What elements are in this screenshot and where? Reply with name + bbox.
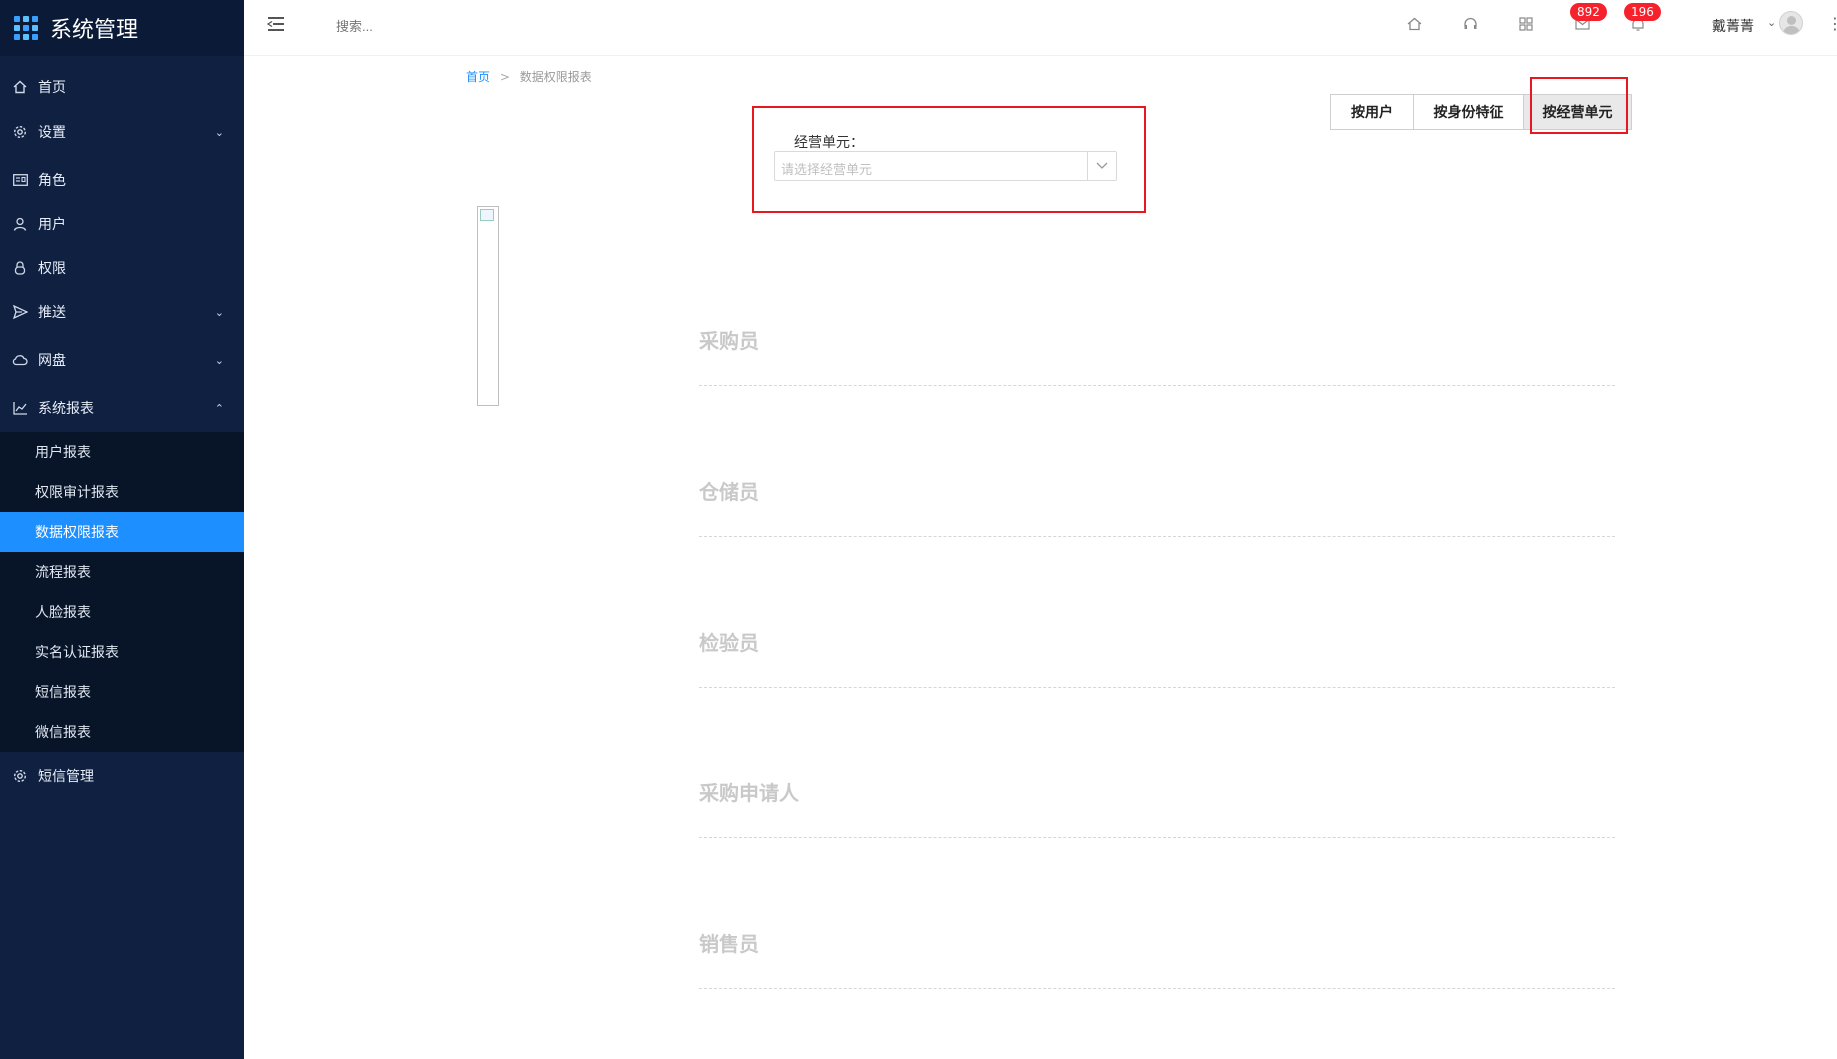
submenu-item-label: 用户报表 [35, 445, 91, 461]
sidebar-item-sms-management[interactable]: 短信管理 [0, 756, 244, 796]
submenu-item-label: 实名认证报表 [35, 645, 119, 661]
chevron-down-icon: ⌄ [214, 125, 224, 139]
chevron-up-icon: ⌃ [214, 401, 224, 415]
mail-count-badge: 892 [1570, 3, 1607, 21]
user-icon [12, 216, 28, 232]
tab-by-identity[interactable]: 按身份特征 [1414, 94, 1524, 130]
gear-icon [12, 124, 28, 140]
submenu-item-sms-report[interactable]: 短信报表 [0, 672, 244, 712]
section-divider [699, 385, 1615, 386]
section-title: 采购申请人 [699, 781, 799, 805]
app-logo[interactable]: 系统管理 [0, 0, 244, 56]
sidebar-item-label: 网盘 [38, 353, 66, 369]
submenu-item-label: 人脸报表 [35, 605, 91, 621]
line-chart-icon [12, 400, 28, 416]
sidebar-item-users[interactable]: 用户 [0, 204, 244, 244]
avatar[interactable] [1779, 11, 1803, 35]
section-title: 采购员 [699, 329, 759, 353]
submenu-item-user-report[interactable]: 用户报表 [0, 432, 244, 472]
section-title: 检验员 [699, 631, 759, 655]
system-reports-submenu: 用户报表 权限审计报表 数据权限报表 流程报表 人脸报表 实名认证报表 短信报表… [0, 432, 244, 752]
submenu-item-process-report[interactable]: 流程报表 [0, 552, 244, 592]
search-input[interactable] [336, 15, 536, 37]
sidebar-item-label: 设置 [38, 125, 66, 141]
tab-by-user[interactable]: 按用户 [1330, 94, 1414, 130]
headset-icon[interactable] [1460, 14, 1480, 34]
submenu-item-label: 短信报表 [35, 685, 91, 701]
section-divider [699, 536, 1615, 537]
apps-icon[interactable] [1516, 14, 1536, 34]
more-vertical-icon[interactable]: ⋮ [1827, 14, 1837, 33]
chevron-down-icon[interactable] [1087, 152, 1116, 180]
notification-count-badge: 196 [1624, 3, 1661, 21]
id-card-icon [12, 172, 28, 188]
sidebar-item-label: 系统报表 [38, 401, 94, 417]
sidebar-item-home[interactable]: 首页 [0, 67, 244, 107]
section-divider [699, 687, 1615, 688]
broken-image [477, 206, 499, 406]
home-icon[interactable] [1404, 14, 1424, 34]
sidebar-item-system-reports[interactable]: 系统报表 ⌃ [0, 388, 244, 428]
breadcrumb: 首页 > 数据权限报表 [466, 68, 592, 85]
lock-icon [12, 260, 28, 276]
submenu-item-realname-report[interactable]: 实名认证报表 [0, 632, 244, 672]
submenu-item-label: 数据权限报表 [35, 525, 119, 541]
apps-grid-icon [14, 16, 38, 40]
sidebar-item-settings[interactable]: 设置 ⌄ [0, 112, 244, 152]
breadcrumb-home-link[interactable]: 首页 [466, 70, 490, 84]
sidebar-item-roles[interactable]: 角色 [0, 160, 244, 200]
section-divider [699, 988, 1615, 989]
tab-label: 按身份特征 [1433, 105, 1504, 121]
submenu-item-label: 权限审计报表 [35, 485, 119, 501]
sidebar-item-label: 权限 [38, 261, 66, 277]
submenu-item-label: 流程报表 [35, 565, 91, 581]
select-placeholder: 请选择经营单元 [781, 163, 873, 178]
menu-toggle-icon[interactable] [266, 14, 286, 34]
sidebar-item-label: 用户 [38, 217, 66, 233]
section-title: 仓储员 [699, 480, 759, 504]
sidebar-item-label: 首页 [38, 80, 66, 96]
sidebar-item-netdisk[interactable]: 网盘 ⌄ [0, 340, 244, 380]
section-title: 销售员 [699, 932, 759, 956]
submenu-item-label: 微信报表 [35, 725, 91, 741]
sidebar-item-label: 角色 [38, 173, 66, 189]
submenu-item-data-permission-report[interactable]: 数据权限报表 [0, 512, 244, 552]
username[interactable]: 戴菁菁 [1712, 16, 1754, 36]
chevron-down-icon: ⌄ [214, 353, 224, 367]
sidebar-item-permissions[interactable]: 权限 [0, 248, 244, 288]
submenu-item-wechat-report[interactable]: 微信报表 [0, 712, 244, 752]
submenu-item-permission-audit-report[interactable]: 权限审计报表 [0, 472, 244, 512]
sidebar: 系统管理 首页 设置 ⌄ 角色 用户 权限 推送 ⌄ 网盘 ⌄ 系统报表 ⌃ 用… [0, 0, 244, 1059]
cloud-icon [12, 352, 28, 368]
submenu-item-face-report[interactable]: 人脸报表 [0, 592, 244, 632]
breadcrumb-separator: > [499, 70, 510, 84]
top-bar: 892 196 戴菁菁 ⌄ ⋮ [244, 0, 1837, 56]
app-title: 系统管理 [50, 18, 139, 43]
tab-highlight-box [1530, 77, 1628, 134]
sidebar-item-label: 短信管理 [38, 769, 94, 785]
sidebar-item-label: 推送 [38, 305, 66, 321]
tab-label: 按用户 [1351, 105, 1393, 121]
home-icon [12, 79, 28, 95]
send-icon [12, 304, 28, 320]
breadcrumb-current: 数据权限报表 [519, 70, 592, 84]
chevron-down-icon: ⌄ [214, 305, 224, 319]
section-divider [699, 837, 1615, 838]
business-unit-label: 经营单元： [794, 135, 864, 151]
business-unit-select[interactable]: 请选择经营单元 [774, 151, 1117, 181]
gear-icon [12, 768, 28, 784]
chevron-down-icon[interactable]: ⌄ [1767, 16, 1776, 29]
sidebar-item-push[interactable]: 推送 ⌄ [0, 292, 244, 332]
